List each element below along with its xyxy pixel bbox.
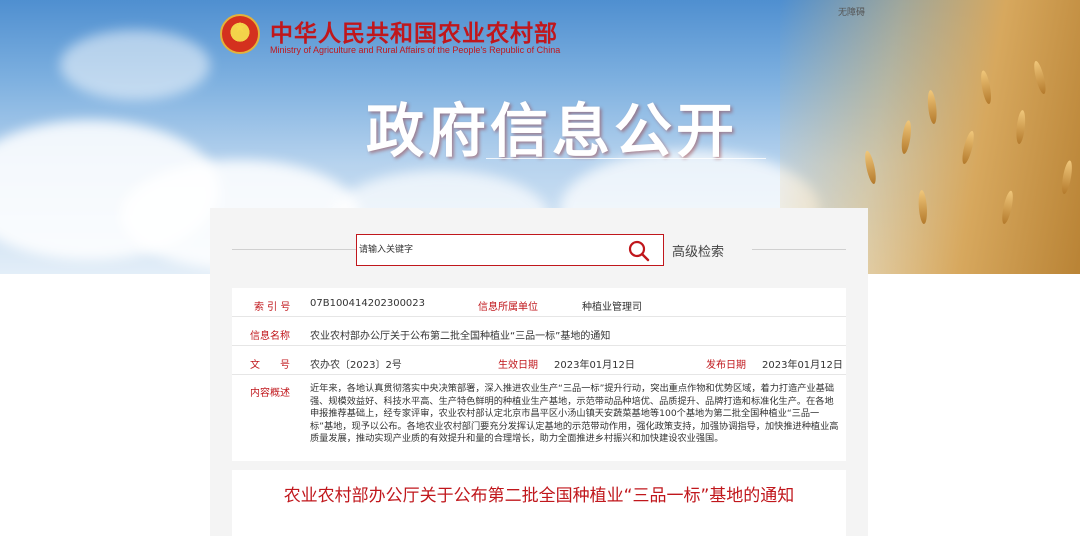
index-value: 07B100414202300023 [310,298,426,309]
index-label: 索 引 号 [254,302,291,313]
national-emblem-icon: ★ [220,14,260,54]
title-underline [486,158,766,159]
summary-label: 内容概述 [250,388,290,399]
search-input[interactable] [359,241,619,259]
summary-text: 近年来，各地认真贯彻落实中央决策部署，深入推进农业生产“三品一标”提升行动，突出… [310,383,839,445]
docno-value: 农办农〔2023〕2号 [310,360,402,371]
accessibility-link[interactable]: 无障碍 [838,5,865,18]
advanced-search-link[interactable]: 高级检索 [672,241,724,260]
effective-date-label: 生效日期 [498,360,538,371]
docno-label: 文 号 [250,360,290,371]
ministry-name-en: Ministry of Agriculture and Rural Affair… [270,45,561,55]
publish-date-label: 发布日期 [706,360,746,371]
effective-date-value: 2023年01月12日 [554,360,635,371]
page-title: 政府信息公开 [366,97,739,165]
document-body: 农业农村部办公厅关于公布第二批全国种植业“三品一标”基地的通知 [232,470,846,536]
dept-value: 种植业管理司 [582,302,642,313]
dept-label: 信息所属单位 [478,302,538,313]
info-row-summary: 内容概述 近年来，各地认真贯彻落实中央决策部署，深入推进农业生产“三品一标”提升… [232,375,846,461]
info-table: 索 引 号 07B100414202300023 信息所属单位 种植业管理司 信… [232,288,846,461]
document-title: 农业农村部办公厅关于公布第二批全国种植业“三品一标”基地的通知 [283,486,795,506]
cloud-decoration [60,30,210,100]
info-row-index: 索 引 号 07B100414202300023 信息所属单位 种植业管理司 [232,288,846,317]
search-box [356,234,664,266]
divider [752,249,846,250]
content-panel: 高级检索 索 引 号 07B100414202300023 信息所属单位 种植业… [210,208,868,536]
search-bar: 高级检索 [232,234,846,266]
name-label: 信息名称 [250,331,290,342]
search-icon[interactable] [627,239,651,263]
info-row-docno: 文 号 农办农〔2023〕2号 生效日期 2023年01月12日 发布日期 20… [232,346,846,375]
name-value: 农业农村部办公厅关于公布第二批全国种植业“三品一标”基地的通知 [310,331,611,342]
info-row-name: 信息名称 农业农村部办公厅关于公布第二批全国种植业“三品一标”基地的通知 [232,317,846,346]
divider [232,249,356,250]
ministry-name-cn[interactable]: 中华人民共和国农业农村部 [270,14,558,48]
publish-date-value: 2023年01月12日 [762,360,843,371]
